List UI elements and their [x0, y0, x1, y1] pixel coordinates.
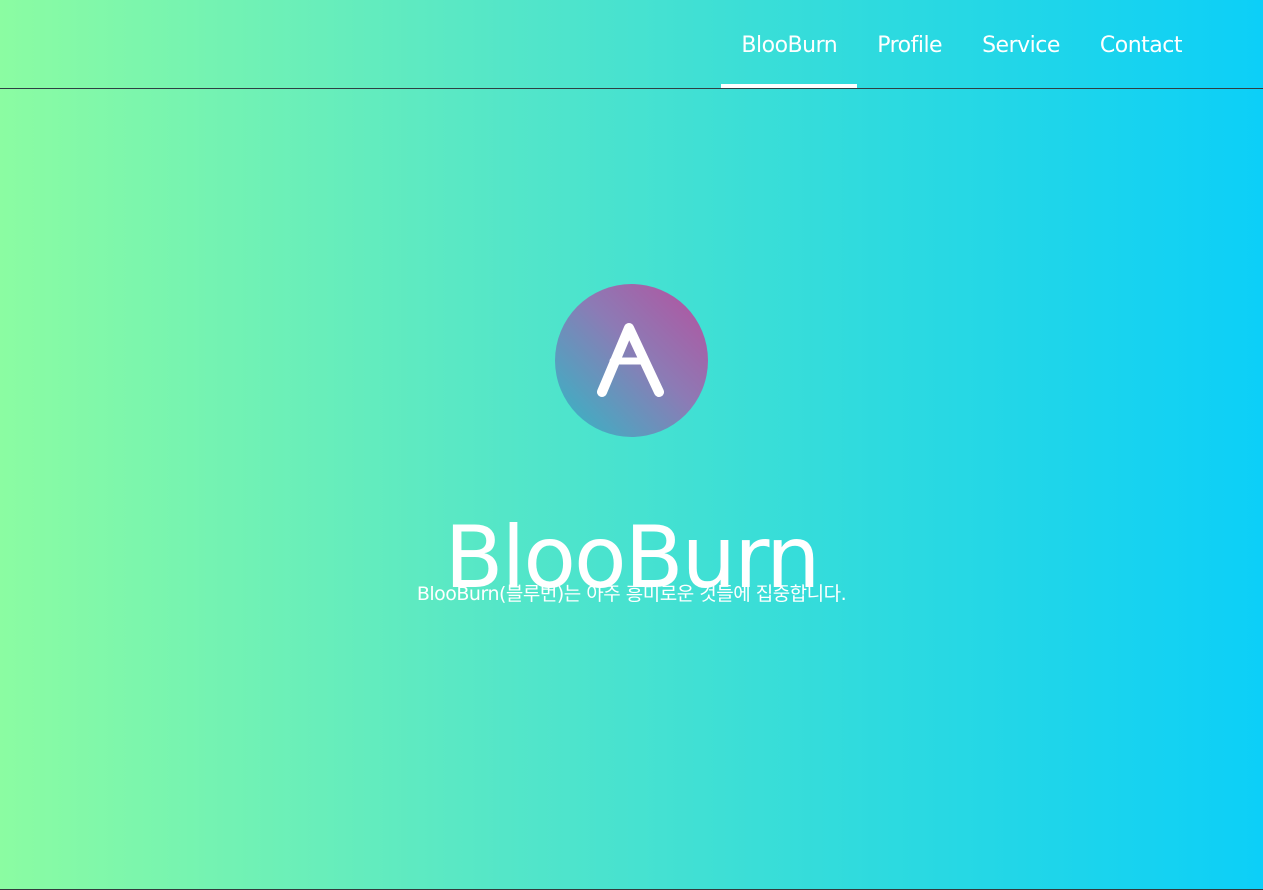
nav-item-service[interactable]: Service: [962, 0, 1080, 88]
nav-item-contact[interactable]: Contact: [1080, 0, 1202, 88]
brand-logo: [555, 284, 708, 437]
nav-item-label: Contact: [1099, 32, 1183, 58]
hero-subtitle: BlooBurn(블루번)는 아주 흥미로운 것들에 집중합니다.: [416, 583, 847, 605]
hero-section: BlooBurn BlooBurn(블루번)는 아주 흥미로운 것들에 집중합니…: [0, 89, 1263, 889]
page: BlooBurn Profile Service Contact BlooBur…: [0, 0, 1263, 890]
top-navbar: BlooBurn Profile Service Contact: [0, 0, 1263, 89]
nav-item-profile[interactable]: Profile: [857, 0, 962, 88]
nav-item-label: BlooBurn: [741, 32, 838, 58]
nav-menu: BlooBurn Profile Service Contact: [721, 0, 1202, 88]
nav-item-label: Profile: [877, 32, 943, 58]
aave-a-logo-icon: [597, 323, 664, 397]
nav-item-blooburn[interactable]: BlooBurn: [721, 0, 857, 88]
nav-item-label: Service: [982, 32, 1060, 58]
